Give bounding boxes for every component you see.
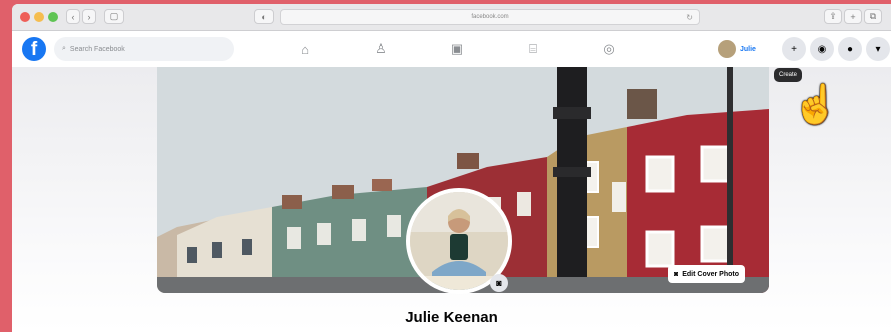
close-window-button[interactable] xyxy=(20,12,30,22)
profile-name: Julie Keenan xyxy=(405,309,498,326)
browser-toolbar: ‹ › ▢ ◐ facebook.com ↻ ⇪ + ⧉ xyxy=(12,4,891,31)
profile-page: ◙ Edit Cover Photo ◙ Julie Keenan xyxy=(12,67,891,332)
profile-chip-name: Julie xyxy=(740,45,756,53)
account-menu-icon[interactable]: ▾ xyxy=(866,37,890,61)
sidebar-icon[interactable]: ▢ xyxy=(104,9,124,24)
facebook-logo[interactable]: f xyxy=(22,37,46,61)
minimize-window-button[interactable] xyxy=(34,12,44,22)
shield-icon[interactable]: ◐ xyxy=(254,9,274,24)
home-icon[interactable]: ⌂ xyxy=(296,40,314,58)
watch-icon[interactable]: ▣ xyxy=(448,40,466,58)
pointer-hand-cursor-icon: ☝ xyxy=(792,84,840,126)
messenger-icon[interactable]: ◉ xyxy=(810,37,834,61)
friends-icon[interactable]: ♙ xyxy=(372,40,390,58)
avatar xyxy=(718,40,736,58)
share-icon[interactable]: ⇪ xyxy=(824,9,842,24)
facebook-top-nav: f ⌕ Search Facebook ⌂ ♙ ▣ ⌸ ◎ Julie + ◉ … xyxy=(12,31,891,68)
notifications-icon[interactable]: ● xyxy=(838,37,862,61)
address-bar[interactable]: facebook.com ↻ xyxy=(280,9,700,25)
reload-icon[interactable]: ↻ xyxy=(686,13,693,22)
forward-icon[interactable]: › xyxy=(82,9,96,24)
edit-cover-photo-button[interactable]: ◙ Edit Cover Photo xyxy=(667,265,745,283)
edit-cover-photo-label: Edit Cover Photo xyxy=(682,270,739,278)
browser-window: ‹ › ▢ ◐ facebook.com ↻ ⇪ + ⧉ f ⌕ Search … xyxy=(12,4,891,332)
camera-icon: ◙ xyxy=(673,270,679,278)
create-button[interactable]: + xyxy=(782,37,806,61)
profile-chip[interactable]: Julie xyxy=(718,38,766,60)
tabs-icon[interactable]: ⧉ xyxy=(864,9,882,24)
back-icon[interactable]: ‹ xyxy=(66,9,80,24)
search-icon: ⌕ xyxy=(62,45,66,52)
search-input[interactable]: ⌕ Search Facebook xyxy=(54,37,234,61)
camera-icon[interactable]: ◙ xyxy=(490,274,508,292)
new-tab-icon[interactable]: + xyxy=(844,9,862,24)
groups-icon[interactable]: ◎ xyxy=(600,40,618,58)
url-text: facebook.com xyxy=(471,14,509,20)
search-placeholder: Search Facebook xyxy=(69,45,125,53)
marketplace-icon[interactable]: ⌸ xyxy=(524,40,542,58)
zoom-window-button[interactable] xyxy=(48,12,58,22)
create-tooltip: Create xyxy=(774,68,803,82)
